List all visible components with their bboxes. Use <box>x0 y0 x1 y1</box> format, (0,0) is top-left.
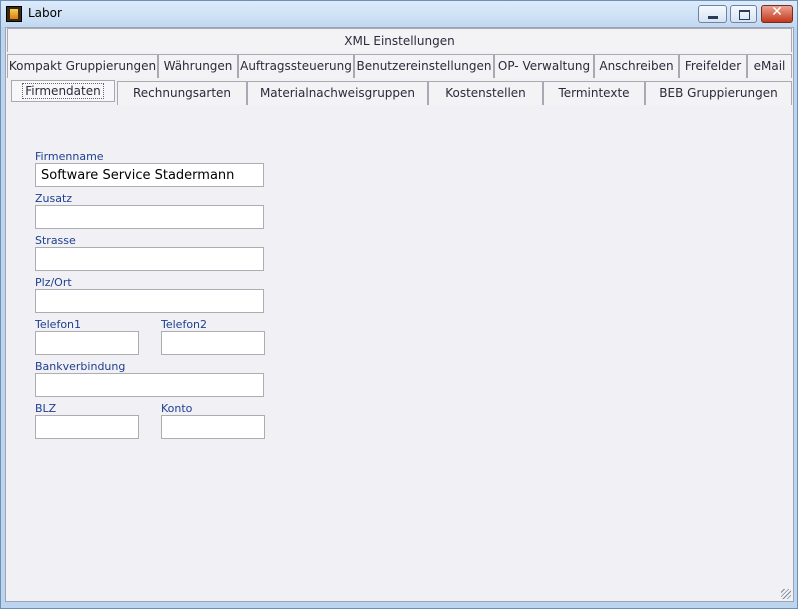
resize-grip-icon[interactable] <box>781 589 791 599</box>
window-title: Labor <box>28 6 62 20</box>
tab-label: Benutzereinstellungen <box>356 59 492 73</box>
tab-op-verwaltung[interactable]: OP- Verwaltung <box>494 54 594 78</box>
tab-label: Kompakt Gruppierungen <box>8 59 157 73</box>
plzort-label: Plz/Ort <box>35 276 72 289</box>
firmenname-label: Firmenname <box>35 150 104 163</box>
tab-label: XML Einstellungen <box>344 34 455 48</box>
strasse-label: Strasse <box>35 234 76 247</box>
tab-auftragssteuerung[interactable]: Auftragssteuerung <box>238 54 354 78</box>
bankverbindung-input[interactable] <box>35 373 264 397</box>
close-icon: ✕ <box>771 4 783 20</box>
app-logo-icon <box>6 6 22 22</box>
tab-label: Kostenstellen <box>445 86 526 100</box>
tab-waehrungen[interactable]: Währungen <box>158 54 238 78</box>
tab-xml-einstellungen[interactable]: XML Einstellungen <box>7 28 792 52</box>
minimize-icon <box>708 16 718 19</box>
tab-kompakt-gruppierungen[interactable]: Kompakt Gruppierungen <box>7 54 158 78</box>
tab-label: Firmendaten <box>22 83 104 99</box>
zusatz-input[interactable] <box>35 205 264 229</box>
konto-input[interactable] <box>161 415 265 439</box>
telefon1-input[interactable] <box>35 331 139 355</box>
firmenname-input[interactable] <box>35 163 264 187</box>
blz-input[interactable] <box>35 415 139 439</box>
tab-rechnungsarten[interactable]: Rechnungsarten <box>117 81 247 105</box>
tab-label: OP- Verwaltung <box>497 59 591 73</box>
tab-label: Rechnungsarten <box>132 86 232 100</box>
tab-label: Auftragssteuerung <box>240 59 352 73</box>
tab-firmendaten[interactable]: Firmendaten <box>11 80 115 102</box>
tab-label: Termintexte <box>558 86 630 100</box>
maximize-icon <box>739 10 750 20</box>
tab-benutzereinstellungen[interactable]: Benutzereinstellungen <box>354 54 494 78</box>
title-bar[interactable]: Labor ✕ <box>1 1 797 27</box>
tab-beb-gruppierungen[interactable]: BEB Gruppierungen <box>645 81 792 105</box>
close-button[interactable]: ✕ <box>761 4 793 23</box>
telefon1-label: Telefon1 <box>35 318 82 331</box>
maximize-button[interactable] <box>730 5 757 23</box>
tab-label: Währungen <box>163 59 233 73</box>
tab-anschreiben[interactable]: Anschreiben <box>594 54 679 78</box>
tab-materialnachweisgruppen[interactable]: Materialnachweisgruppen <box>247 81 428 105</box>
konto-label: Konto <box>161 402 193 415</box>
telefon2-label: Telefon2 <box>161 318 208 331</box>
tab-kostenstellen[interactable]: Kostenstellen <box>428 81 543 105</box>
bankverbindung-label: Bankverbindung <box>35 360 126 373</box>
tab-label: eMail <box>753 59 786 73</box>
plzort-input[interactable] <box>35 289 264 313</box>
telefon2-input[interactable] <box>161 331 265 355</box>
zusatz-label: Zusatz <box>35 192 73 205</box>
minimize-button[interactable] <box>698 5 727 23</box>
blz-label: BLZ <box>35 402 57 415</box>
tab-label: BEB Gruppierungen <box>659 86 778 100</box>
tab-email[interactable]: eMail <box>747 54 792 78</box>
app-window: Labor ✕ XML Einstellungen Kompakt Gruppi… <box>0 0 798 609</box>
tab-label: Materialnachweisgruppen <box>259 86 416 100</box>
tab-label: Anschreiben <box>599 59 674 73</box>
strasse-input[interactable] <box>35 247 264 271</box>
tab-freifelder[interactable]: Freifelder <box>679 54 747 78</box>
tab-label: Freifelder <box>684 59 742 73</box>
settings-panel: XML Einstellungen Kompakt Gruppierungen … <box>5 27 794 602</box>
tab-termintexte[interactable]: Termintexte <box>543 81 645 105</box>
